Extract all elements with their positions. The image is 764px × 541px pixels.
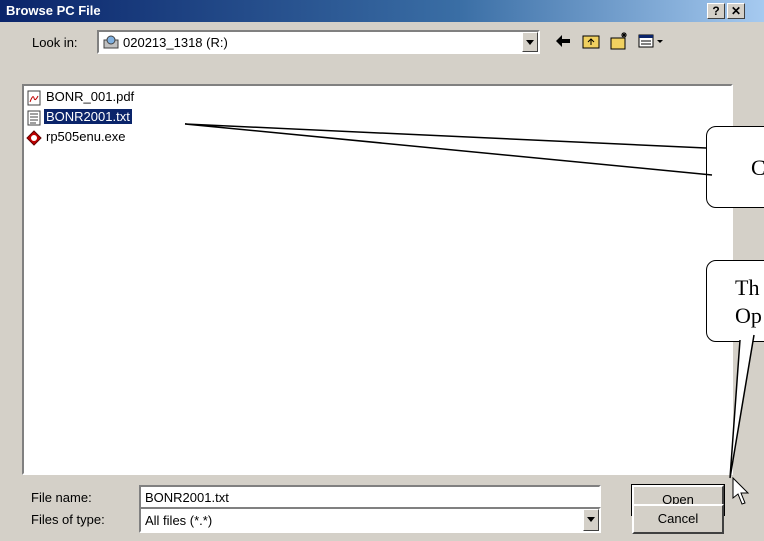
callout-pointers xyxy=(184,123,755,505)
callout-pointer-2 xyxy=(729,334,755,479)
callout-pointer-1 xyxy=(184,123,713,176)
mouse-cursor-icon xyxy=(732,476,750,505)
